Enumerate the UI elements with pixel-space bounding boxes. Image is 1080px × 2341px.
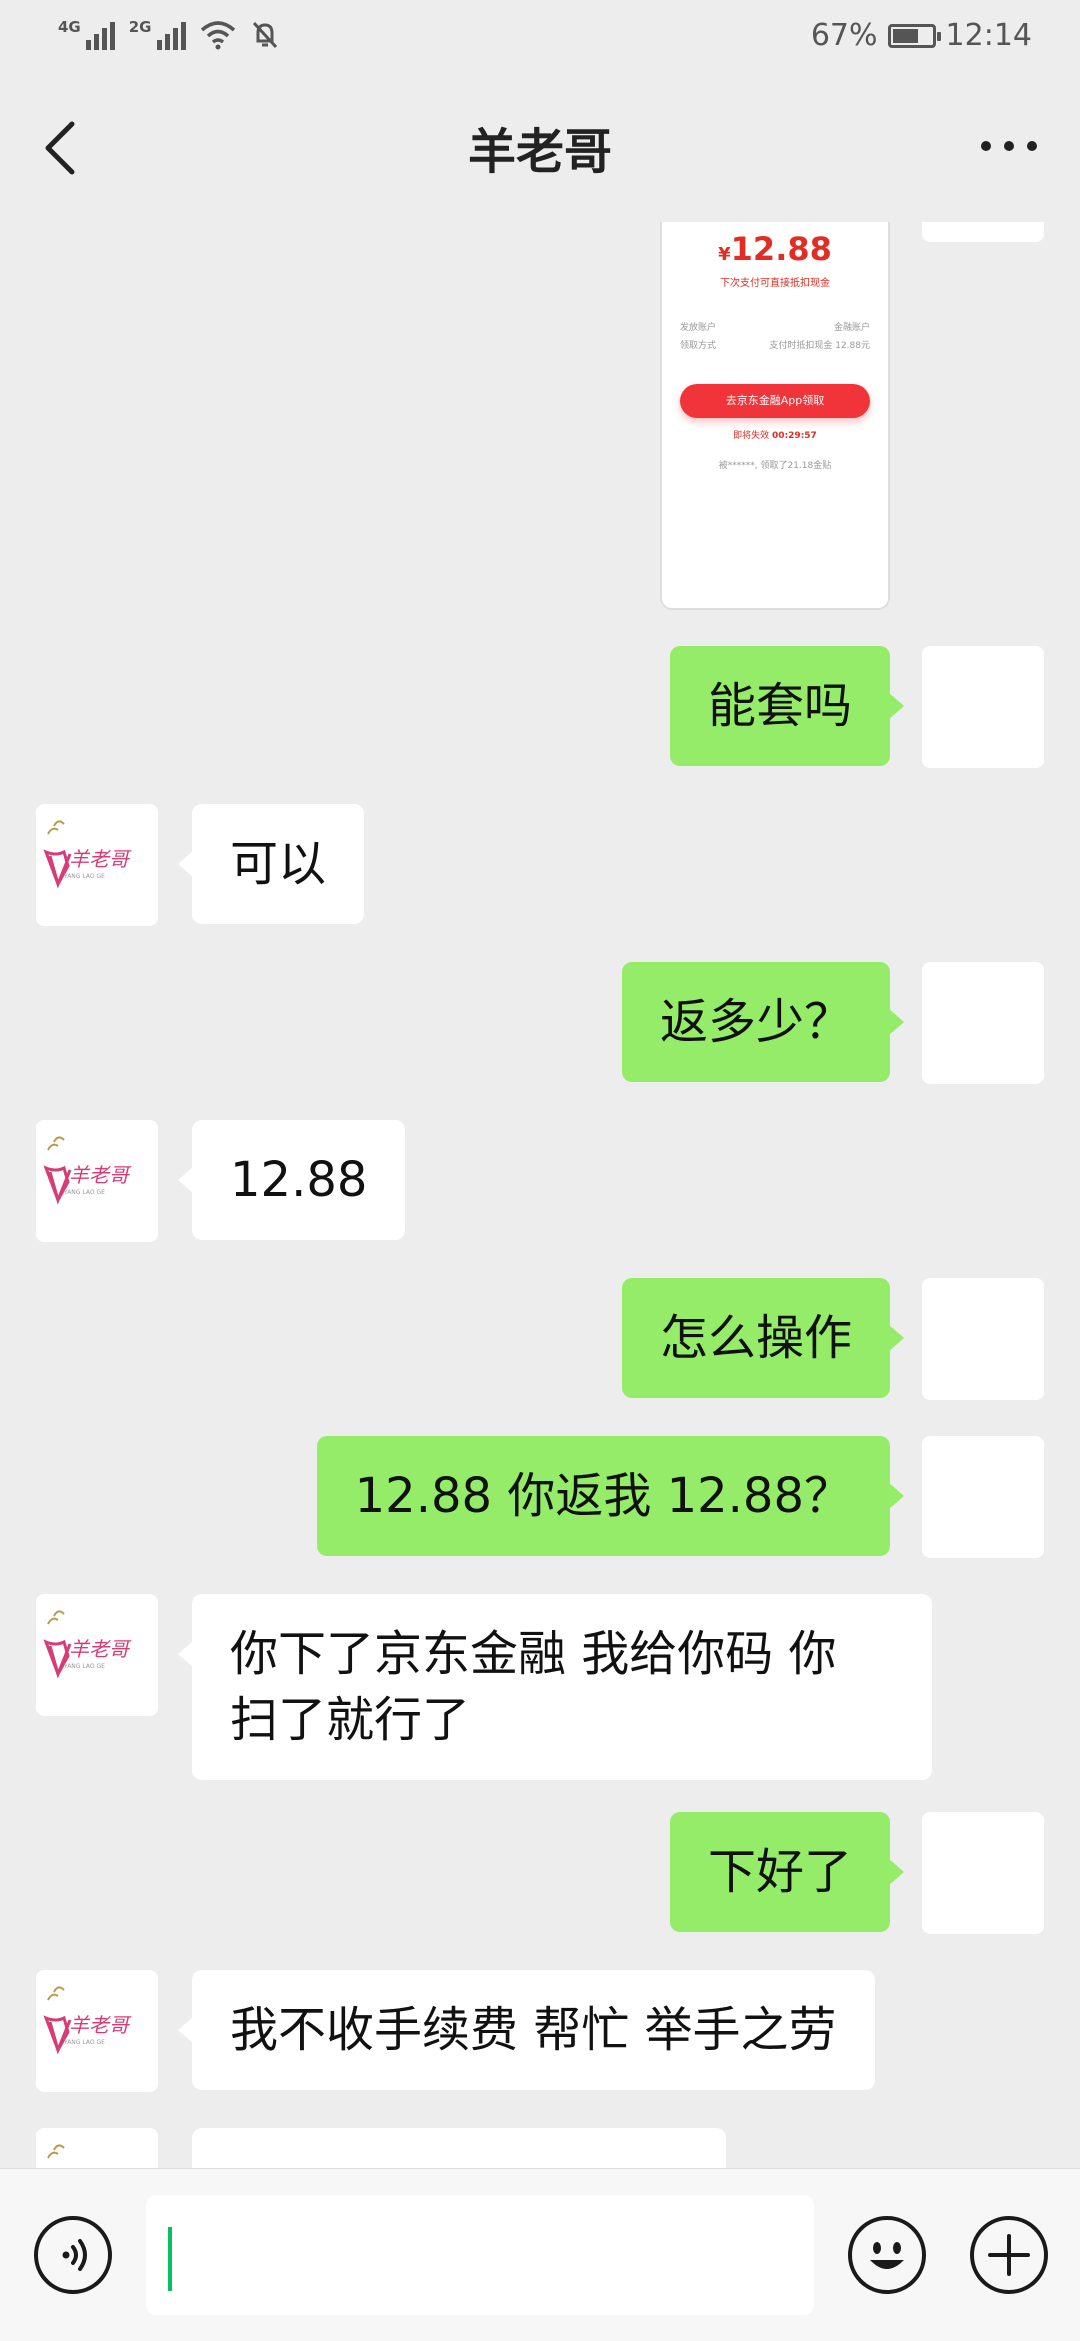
image-row-method: 领取方式 支付时抵扣现金 12.88元 — [680, 341, 870, 351]
cellular-signal-icon-2: 2G — [129, 18, 186, 50]
peer-avatar-subtext: YANG LAO GE — [63, 1189, 105, 1196]
add-button[interactable] — [970, 2216, 1048, 2294]
peer-avatar-subtext: YANG LAO GE — [63, 1663, 105, 1670]
message-bubble-self[interactable]: 怎么操作 — [621, 1278, 905, 1398]
peer-avatar-text: 羊老哥 — [69, 847, 132, 871]
image-hint: 下次支付可直接抵扣现金 — [720, 278, 830, 289]
voice-icon — [62, 2239, 87, 2271]
image-row-account: 发放账户 金融账户 — [680, 323, 870, 333]
peer-avatar-text: 羊老哥 — [69, 1163, 132, 1187]
emoji-button[interactable] — [848, 2216, 926, 2294]
image-timer: 即将失效 00:29:57 — [733, 431, 817, 441]
peer-avatar-text: 羊老哥 — [69, 2013, 132, 2037]
peer-avatar[interactable]: 羊老哥 YANG LAO GE — [36, 1120, 158, 1242]
peer-avatar-logo: 羊老哥 YANG LAO GE — [43, 1136, 132, 1205]
message-bubble-self[interactable]: 能套吗 — [669, 646, 905, 766]
self-avatar[interactable] — [922, 1436, 1044, 1558]
message-bubble-peer[interactable]: 12.88 — [177, 1120, 406, 1240]
peer-avatar-logo: 羊老哥 YANG LAO GE — [43, 1986, 132, 2055]
network-type-label-2: 2G — [128, 18, 152, 36]
peer-avatar-logo: 羊老哥 YANG LAO GE — [43, 820, 132, 889]
message-input[interactable] — [146, 2195, 814, 2315]
network-type-label: 4G — [58, 18, 81, 36]
message-line: 扫了就行了 — [230, 1692, 471, 1748]
self-avatar[interactable] — [922, 962, 1044, 1084]
message-line: 你下了京东金融 我给你码 你 — [230, 1626, 837, 1682]
more-icon[interactable] — [974, 126, 1044, 166]
message-bubble-peer[interactable]: 我不收手续费 帮忙 举手之劳 — [178, 1970, 875, 2090]
voice-button[interactable] — [34, 2216, 112, 2294]
emoji-icon — [870, 2242, 904, 2269]
message-list[interactable]: ¥12.88 下次支付可直接抵扣现金 发放账户 金融账户 领取方式 支付时抵扣现金 … — [0, 222, 1080, 2168]
peer-avatar[interactable]: 羊老哥 YANG LAO GE — [36, 1970, 158, 2092]
message-bubble-self[interactable]: 下好了 — [669, 1812, 905, 1932]
add-icon — [988, 2234, 1030, 2276]
chat-header: 羊老哥 — [0, 72, 1080, 222]
wifi-icon — [200, 21, 235, 50]
cellular-signal-icon: 4G — [58, 18, 115, 50]
input-bar — [0, 2168, 1080, 2341]
clock: 12:14 — [945, 18, 1032, 53]
peer-avatar-subtext: YANG LAO GE — [63, 873, 105, 880]
status-bar: 4G 2G 67% 12:14 — [0, 0, 1080, 72]
status-right: 67% 12:14 — [811, 18, 1032, 53]
message-bubble-peer-partial[interactable] — [192, 2128, 726, 2168]
peer-avatar-logo: 羊老哥YANG LAO GE — [47, 2144, 65, 2159]
peer-avatar-logo: 羊老哥 YANG LAO GE — [43, 1610, 132, 1679]
status-left: 4G 2G — [58, 18, 280, 50]
self-avatar[interactable] — [922, 1812, 1044, 1934]
peer-avatar[interactable]: 羊老哥YANG LAO GE — [36, 2128, 158, 2168]
image-message[interactable]: ¥12.88 下次支付可直接抵扣现金 发放账户 金融账户 领取方式 支付时抵扣现金 … — [660, 222, 890, 610]
image-getter-note: 被******, 领取了21.18金贴 — [718, 461, 832, 471]
battery-percent: 67% — [810, 18, 878, 53]
message-bubble-self[interactable]: 返多少？ — [621, 962, 905, 1082]
text-caret — [168, 2227, 172, 2291]
message-bubble-peer[interactable]: 可以 — [177, 804, 365, 924]
self-avatar[interactable] — [922, 1278, 1044, 1400]
battery-fill — [892, 28, 918, 43]
peer-avatar[interactable]: 羊老哥 YANG LAO GE — [36, 804, 158, 926]
message-bubble-peer[interactable]: 你下了京东金融 我给你码 你 扫了就行了 — [178, 1594, 932, 1780]
chat-title: 羊老哥 — [467, 124, 612, 180]
mute-bell-icon — [252, 21, 277, 49]
peer-avatar[interactable]: 羊老哥 YANG LAO GE — [36, 1594, 158, 1716]
image-claim-button: 去京东金融App领取 — [680, 384, 870, 418]
battery-icon — [887, 23, 941, 48]
message-bubble-self[interactable]: 12.88 你返我 12.88？ — [316, 1436, 905, 1556]
self-avatar[interactable] — [922, 646, 1044, 768]
self-avatar[interactable] — [922, 222, 1044, 242]
peer-avatar-text: 羊老哥 — [69, 1637, 132, 1661]
peer-avatar-subtext: YANG LAO GE — [63, 2039, 105, 2046]
image-amount: ¥12.88 — [718, 230, 832, 268]
